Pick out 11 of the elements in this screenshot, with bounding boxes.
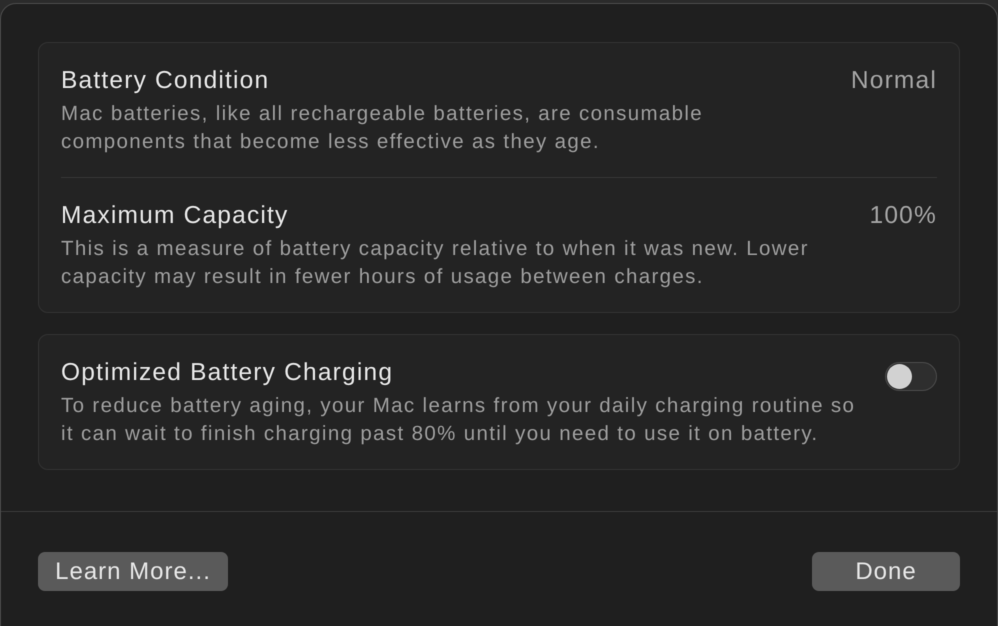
done-button[interactable]: Done (812, 552, 960, 591)
row-description: This is a measure of battery capacity relative to when it was new. Lower capacity may result in fewer hours of usage between charges. (61, 236, 810, 290)
row-title: Battery Condition (61, 67, 270, 95)
row-description: Mac batteries, like all rechargeable batteries, are consumable components that become less effective as they age. (61, 101, 704, 155)
row-value: 100% (870, 202, 937, 230)
row-description: To reduce battery aging, your Mac learns from your daily charging routine so it can wait to finish charging past 80% until you need to use it on battery. (61, 393, 856, 447)
row-value: Normal (850, 67, 937, 95)
learn-more-button[interactable]: Learn More... (38, 552, 228, 591)
row-title: Maximum Capacity (61, 202, 288, 230)
toggle-switch[interactable] (885, 362, 937, 391)
row-title: Optimized Battery Charging (61, 359, 394, 387)
